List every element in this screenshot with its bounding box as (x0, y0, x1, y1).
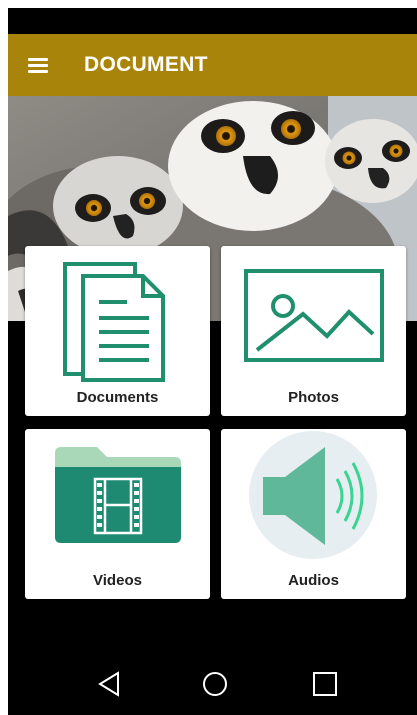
navigation-bar (8, 651, 417, 715)
recents-icon[interactable] (310, 669, 340, 699)
photos-tile[interactable]: Photos (221, 246, 406, 416)
videos-tile[interactable]: Videos (25, 429, 210, 599)
documents-icon (63, 262, 165, 382)
audios-tile[interactable]: Audios (221, 429, 406, 599)
hamburger-menu-icon[interactable] (8, 34, 68, 96)
documents-label: Documents (76, 389, 159, 406)
videos-label: Videos (93, 572, 142, 589)
app-bar: DOCUMENT (8, 34, 417, 96)
status-bar (8, 8, 417, 34)
photo-icon (244, 269, 384, 362)
documents-tile[interactable]: Documents (25, 246, 210, 416)
app-title: DOCUMENT (84, 53, 208, 76)
speaker-icon (249, 431, 377, 559)
phone-screen: DOCUMENT Documents Photos Videos Audios (8, 8, 417, 715)
photos-label: Photos (288, 389, 339, 406)
audios-label: Audios (288, 572, 339, 589)
home-icon[interactable] (200, 669, 230, 699)
video-folder-icon (55, 447, 181, 543)
back-icon[interactable] (94, 669, 124, 699)
